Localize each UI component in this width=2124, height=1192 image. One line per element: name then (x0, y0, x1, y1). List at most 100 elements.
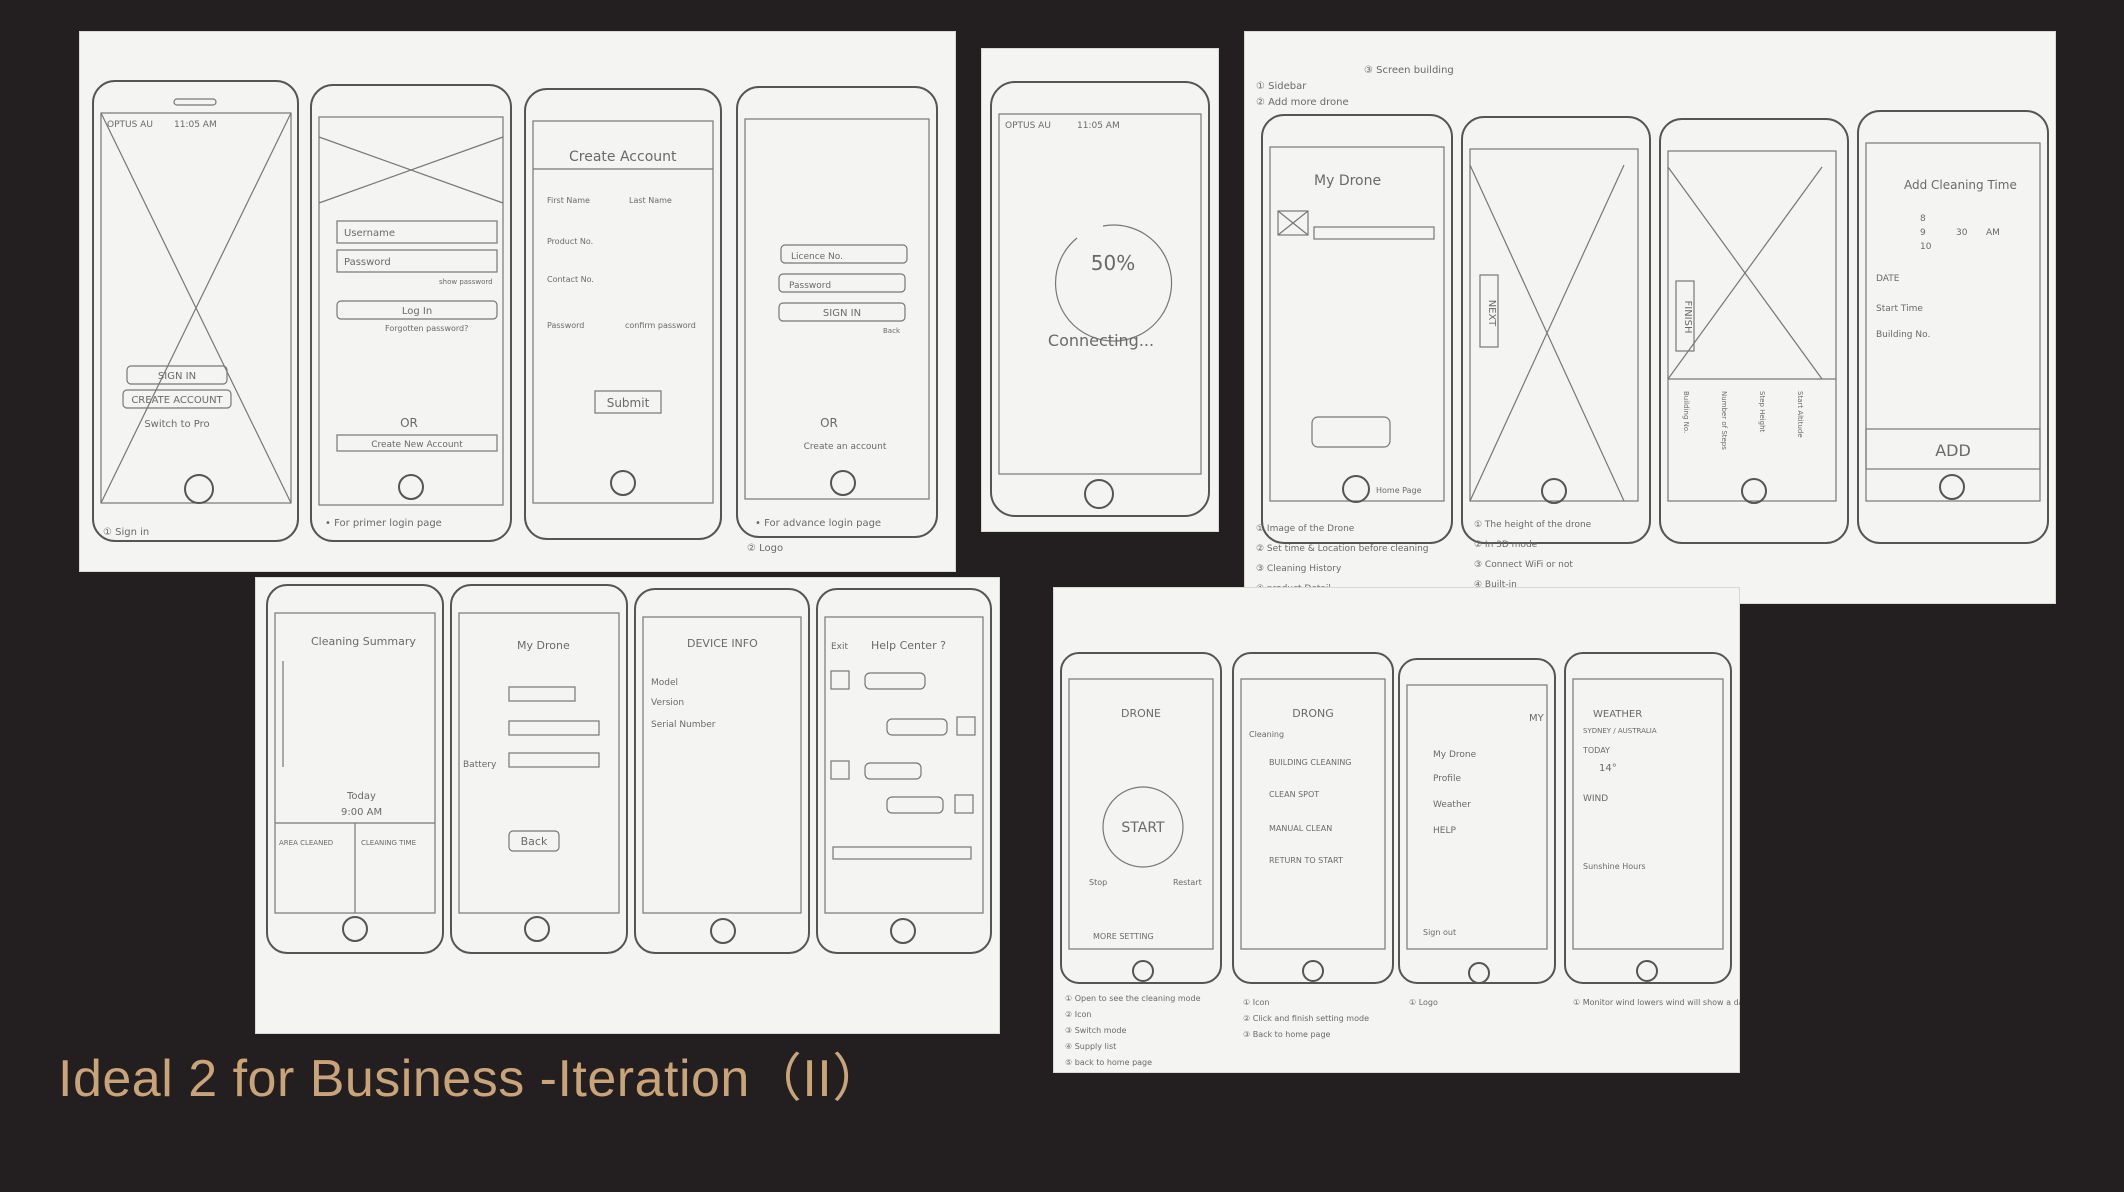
svg-text:DEVICE INFO: DEVICE INFO (687, 637, 758, 650)
svg-text:Restart: Restart (1173, 878, 1202, 887)
svg-text:① Monitor wind lowers wind wil: ① Monitor wind lowers wind will show a d… (1573, 998, 1740, 1007)
note-primer: • For primer login page (325, 518, 442, 529)
svg-text:Today: Today (346, 791, 376, 802)
svg-text:9: 9 (1920, 228, 1926, 238)
svg-text:My Drone: My Drone (1433, 750, 1477, 760)
svg-text:OPTUS AU: OPTUS AU (1005, 121, 1051, 131)
signin-sketch-button: SIGN IN (158, 371, 196, 382)
phone-device-info-screen: DEVICE INFO Model Version Serial Number (634, 588, 810, 954)
login-wireframes: OPTUS AU 11:05 AM SIGN IN CREATE ACCOUNT… (92, 80, 938, 554)
phone-weather-screen: WEATHER SYDNEY / AUSTRALIA TODAY 14° WIN… (1564, 652, 1740, 1007)
svg-text:② In 3D mode: ② In 3D mode (1474, 540, 1538, 550)
svg-text:Create New Account: Create New Account (371, 440, 463, 450)
svg-text:11:05 AM: 11:05 AM (1077, 121, 1120, 131)
svg-text:Number of Steps: Number of Steps (1720, 391, 1728, 450)
svg-text:11:05 AM: 11:05 AM (174, 120, 217, 130)
svg-text:HELP: HELP (1433, 826, 1456, 836)
svg-text:Building No.: Building No. (1682, 391, 1690, 433)
svg-text:Serial Number: Serial Number (651, 720, 716, 730)
phone-create-account-screen: Create Account First Name Last Name Prod… (524, 88, 722, 540)
svg-text:Submit: Submit (607, 396, 650, 410)
svg-text:My Drone: My Drone (1314, 173, 1381, 189)
svg-text:9:00 AM: 9:00 AM (341, 807, 382, 818)
phone-sidebar-menu-screen: MY My Drone Profile Weather HELP Sign ou… (1398, 658, 1556, 1007)
svg-text:① Open to see the cleaning mod: ① Open to see the cleaning mode (1065, 994, 1201, 1003)
svg-text:14°: 14° (1599, 763, 1617, 774)
drone-wireframes: ① Sidebar ② Add more drone ③ Screen buil… (1256, 65, 2049, 594)
connecting-progress: 50% (1091, 251, 1135, 275)
svg-text:Back: Back (521, 835, 548, 848)
svg-text:Profile: Profile (1433, 774, 1461, 784)
svg-text:② Icon: ② Icon (1065, 1010, 1091, 1019)
svg-text:My Drone: My Drone (517, 639, 570, 652)
svg-text:④ Supply list: ④ Supply list (1065, 1042, 1116, 1051)
note-signin: ① Sign in (103, 527, 149, 538)
phone-advance-login-screen: Licence No. Password SIGN IN Back OR Cre… (736, 86, 938, 538)
svg-text:AREA CLEANED: AREA CLEANED (279, 839, 333, 847)
progress-ring-icon (1054, 224, 1173, 342)
svg-text:Stop: Stop (1089, 878, 1107, 887)
svg-text:CLEAN SPOT: CLEAN SPOT (1269, 790, 1319, 799)
phone-cleaning-summary-screen: Cleaning Summary Today 9:00 AM AREA CLEA… (266, 584, 444, 954)
svg-text:Home Page: Home Page (1376, 486, 1422, 495)
phone-next-screen: NEXT (1461, 116, 1651, 544)
svg-text:BUILDING CLEANING: BUILDING CLEANING (1269, 758, 1352, 767)
svg-text:Sunshine Hours: Sunshine Hours (1583, 862, 1646, 871)
svg-text:DATE: DATE (1876, 274, 1900, 284)
svg-text:① Sidebar: ① Sidebar (1256, 81, 1307, 92)
svg-text:Step Height: Step Height (1758, 391, 1766, 433)
svg-text:DRONG: DRONG (1292, 707, 1334, 720)
svg-text:Battery: Battery (463, 760, 497, 770)
phone-my-drone-battery-screen: My Drone Battery Back (450, 584, 628, 954)
svg-text:show password: show password (439, 278, 493, 286)
svg-text:Create an account: Create an account (804, 442, 887, 452)
phone-drone-mode-screen: DRONG Cleaning BUILDING CLEANING CLEAN S… (1232, 652, 1394, 1039)
svg-text:Create Account: Create Account (569, 149, 677, 165)
svg-text:SYDNEY / AUSTRALIA: SYDNEY / AUSTRALIA (1583, 727, 1657, 735)
svg-text:③ Switch mode: ③ Switch mode (1065, 1026, 1126, 1035)
home-button-icon (184, 474, 214, 504)
svg-text:Log In: Log In (402, 306, 432, 317)
svg-text:TODAY: TODAY (1582, 746, 1610, 755)
svg-text:Help Center ?: Help Center ? (871, 639, 946, 652)
svg-text:Forgotten password?: Forgotten password? (385, 324, 468, 333)
svg-text:Sign out: Sign out (1423, 928, 1456, 937)
svg-text:Back: Back (883, 327, 901, 335)
svg-text:Password: Password (789, 281, 831, 291)
svg-text:OR: OR (820, 416, 838, 430)
svg-text:① Icon: ① Icon (1243, 998, 1269, 1007)
svg-text:② Click and finish setting mod: ② Click and finish setting mode (1243, 1014, 1369, 1023)
sketch-sheet-connecting: OPTUS AU 11:05 AM 50% Connecting... (981, 48, 1219, 532)
svg-text:Cleaning Summary: Cleaning Summary (311, 635, 416, 648)
svg-text:Licence No.: Licence No. (791, 252, 843, 262)
note-advance: • For advance login page (755, 518, 881, 529)
svg-text:③ Screen building: ③ Screen building (1364, 65, 1454, 76)
svg-text:10: 10 (1920, 242, 1932, 252)
svg-text:⑤ back to home page: ⑤ back to home page (1065, 1058, 1152, 1067)
svg-text:SIGN IN: SIGN IN (823, 308, 861, 319)
svg-text:Cleaning: Cleaning (1249, 730, 1284, 739)
phone-help-center-screen: Exit Help Center ? (816, 588, 992, 954)
svg-text:Password: Password (344, 257, 391, 268)
svg-text:MY: MY (1529, 713, 1545, 724)
svg-text:OPTUS AU: OPTUS AU (107, 120, 153, 130)
svg-text:① Image of the Drone: ① Image of the Drone (1256, 524, 1355, 534)
svg-text:START: START (1121, 820, 1165, 836)
svg-text:③ Connect WiFi or not: ③ Connect WiFi or not (1474, 560, 1573, 570)
svg-text:Exit: Exit (831, 642, 849, 652)
slide-title: Ideal 2 for Business -Iteration（II） (58, 1050, 885, 1108)
svg-text:Model: Model (651, 678, 678, 688)
svg-text:AM: AM (1986, 228, 2000, 238)
svg-text:Password: Password (547, 321, 584, 330)
sketch-sheet-drone: ① Sidebar ② Add more drone ③ Screen buil… (1244, 31, 2056, 604)
control-wireframes: DRONE START Stop Restart MORE SETTING ① … (1060, 652, 1740, 1067)
svg-text:Username: Username (344, 228, 395, 239)
svg-text:confirm password: confirm password (625, 321, 696, 330)
switch-pro-sketch-link: Switch to Pro (144, 419, 209, 430)
sketch-sheet-control: DRONE START Stop Restart MORE SETTING ① … (1053, 587, 1740, 1073)
svg-text:Product No.: Product No. (547, 237, 593, 246)
svg-text:WEATHER: WEATHER (1593, 709, 1642, 720)
phone-my-drone-screen: My Drone Home Page (1261, 114, 1453, 544)
svg-text:Start Time: Start Time (1876, 304, 1923, 314)
svg-text:RETURN TO START: RETURN TO START (1269, 856, 1343, 865)
